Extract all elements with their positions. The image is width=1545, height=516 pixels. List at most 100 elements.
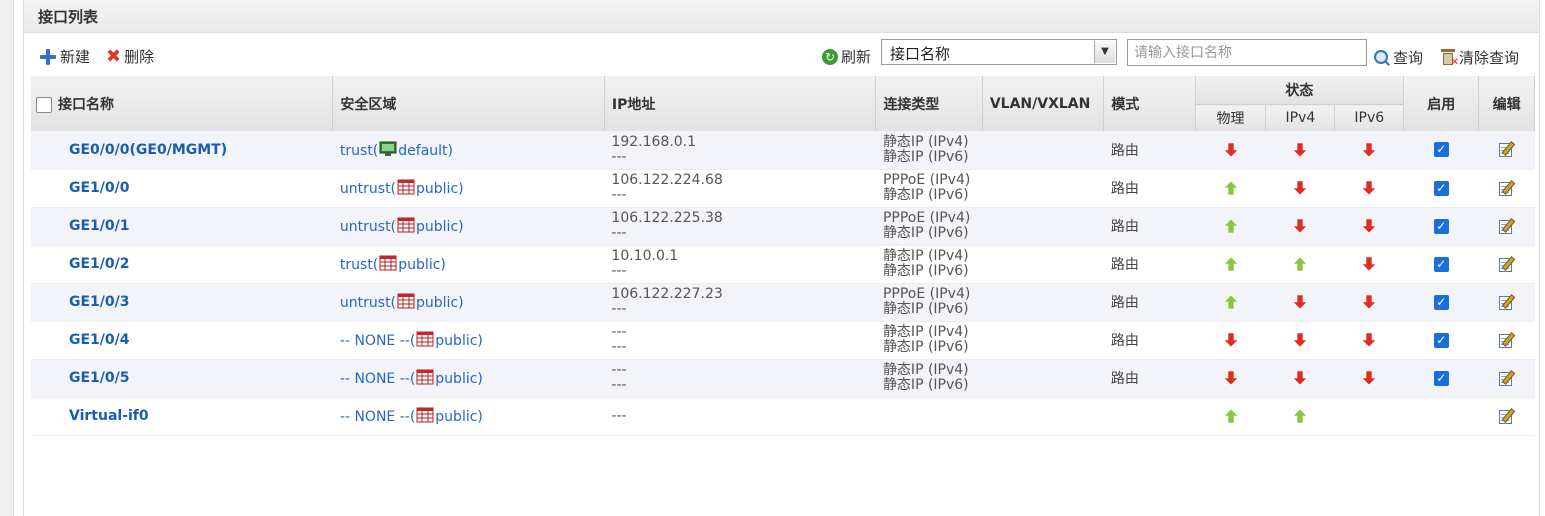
enabled-checkbox[interactable]: ✓ [1433,332,1449,348]
interface-name-link[interactable]: Virtual-if0 [31,408,149,424]
table-row[interactable]: GE1/0/3 untrust(public) 106.122.227.23 --… [31,283,1535,322]
ipv4-address: 106.122.224.68 [611,172,723,188]
chevron-down-icon[interactable]: ▼ [1094,41,1115,63]
arrow-down-icon [1292,218,1309,234]
interface-name-link[interactable]: GE1/0/3 [31,294,130,310]
cell-conn-type: PPPoE (IPv4) 静态IP (IPv6) [875,283,983,322]
edit-icon[interactable] [1498,141,1515,158]
clear-query-button-label: 清除查询 [1459,49,1520,67]
interface-name-link[interactable]: GE1/0/5 [31,370,130,386]
cell-conn-type: PPPoE (IPv4) 静态IP (IPv6) [875,207,983,246]
interface-name-link[interactable]: GE0/0/0(GE0/MGMT) [31,142,227,158]
interface-name-link[interactable]: GE1/0/4 [31,332,130,348]
zone-text: untrust( [339,219,397,235]
conn-type-ipv4: 静态IP (IPv4) [882,133,969,150]
edit-icon[interactable] [1498,293,1515,311]
header-ipv4: IPv4 [1265,104,1336,131]
zone-link[interactable]: untrust(public) [333,217,464,235]
zone-link[interactable]: -- NONE --(public) [333,331,483,349]
cell-vlan [982,321,1104,360]
edit-icon[interactable] [1498,179,1515,197]
edit-icon[interactable] [1498,369,1515,387]
cell-zone: -- NONE --(public) [332,359,605,398]
enabled-checkbox[interactable]: ✓ [1433,180,1449,196]
query-button[interactable]: 查询 [1374,47,1423,68]
edit-icon[interactable] [1498,331,1515,349]
zone-link[interactable]: -- NONE --(public) [333,407,483,425]
header-physical: 物理 [1195,104,1267,131]
table-row[interactable]: GE0/0/0(GE0/MGMT) trust(default) 192.168… [31,131,1535,170]
header-name[interactable]: 接口名称 [31,76,334,131]
conn-type-ipv4: PPPoE (IPv4) [882,172,971,188]
delete-button-label: 删除 [124,48,155,66]
cell-ipv4-status [1265,397,1335,436]
cell-ip: 106.122.227.23 --- [604,283,876,322]
edit-icon[interactable] [1498,255,1515,273]
table-row[interactable]: GE1/0/0 untrust(public) 106.122.224.68 --… [31,169,1535,208]
zone-text: untrust( [339,181,397,197]
header-zone[interactable]: 安全区域 [332,76,605,131]
cell-vlan [982,131,1104,170]
zone-text: trust( [339,257,379,273]
arrow-down-icon [1361,294,1378,310]
cell-name: GE1/0/3 [31,283,333,322]
conn-type-ipv4: PPPoE (IPv4) [882,210,971,226]
panel-header: 接口列表 [24,0,1539,33]
delete-button[interactable]: ✖ 删除 [106,46,154,67]
cell-enabled: ✓ [1403,169,1479,208]
edit-icon[interactable] [1498,217,1515,235]
search-input[interactable] [1127,39,1367,66]
enabled-checkbox[interactable]: ✓ [1433,256,1449,272]
cell-physical-status [1195,321,1266,360]
table-row[interactable]: GE1/0/2 trust(public) 10.10.0.1 --- 静态IP … [31,245,1535,284]
cell-name: GE1/0/1 [31,207,333,246]
enabled-checkbox[interactable]: ✓ [1433,370,1449,386]
cell-ip: --- [604,397,876,436]
interface-name-link[interactable]: GE1/0/0 [31,180,130,196]
delete-x-icon: ✖ [106,45,122,67]
header-mode[interactable]: 模式 [1103,76,1196,131]
edit-icon[interactable] [1498,407,1515,425]
ipv4-address: 106.122.227.23 [611,286,723,302]
zone-link[interactable]: untrust(public) [333,179,464,197]
table-row[interactable]: GE1/0/4 -- NONE --(public) --- --- 静态IP (… [31,321,1535,360]
select-all-checkbox[interactable] [36,96,52,113]
table-row[interactable]: Virtual-if0 -- NONE --(public) --- [31,397,1535,436]
zone-link[interactable]: untrust(public) [333,293,464,311]
header-ip[interactable]: IP地址 [604,76,877,131]
clear-query-button[interactable]: ✕ 清除查询 [1440,47,1519,68]
filter-field-select[interactable]: 接口名称 ▼ [881,39,1117,65]
zone-link[interactable]: -- NONE --(public) [333,369,483,387]
cell-physical-status [1195,283,1266,322]
enabled-checkbox[interactable]: ✓ [1433,218,1449,234]
cell-conn-type: 静态IP (IPv4) 静态IP (IPv6) [875,359,983,398]
interface-name-link[interactable]: GE1/0/2 [31,256,130,272]
table-row[interactable]: GE1/0/5 -- NONE --(public) --- --- 静态IP (… [31,359,1535,398]
refresh-button[interactable]: ↻ 刷新 [822,46,871,67]
ipv4-address: 10.10.0.1 [611,248,679,264]
table-row[interactable]: GE1/0/1 untrust(public) 106.122.225.38 --… [31,207,1535,246]
cell-edit [1478,397,1535,436]
red-grid-icon [379,255,397,271]
cell-ipv4-status [1265,207,1335,246]
zone-link[interactable]: trust(default) [333,141,453,159]
header-enabled[interactable]: 启用 [1403,76,1480,131]
zone-link[interactable]: trust( public) [333,255,446,273]
cell-enabled: ✓ [1403,321,1479,360]
new-button[interactable]: 新建 [39,46,90,67]
header-vlan[interactable]: VLAN/VXLAN [982,76,1105,131]
search-icon [1374,49,1390,66]
vsys-text: public) [398,257,446,273]
cell-physical-status [1195,359,1266,398]
interface-name-link[interactable]: GE1/0/1 [31,218,130,234]
interface-table: 接口名称 安全区域 IP地址 连接类型 VLAN/VXLAN 模式 状态 启用 … [31,76,1535,436]
plus-icon [39,48,57,66]
header-conn-type[interactable]: 连接类型 [875,76,983,131]
enabled-checkbox[interactable]: ✓ [1433,294,1449,310]
arrow-down-icon [1292,180,1309,196]
arrow-up-icon [1222,408,1239,424]
cell-ipv6-status [1334,397,1404,436]
conn-type-ipv6: 静态IP (IPv6) [882,377,969,393]
cell-ipv4-status [1265,283,1335,322]
enabled-checkbox[interactable]: ✓ [1433,142,1449,158]
